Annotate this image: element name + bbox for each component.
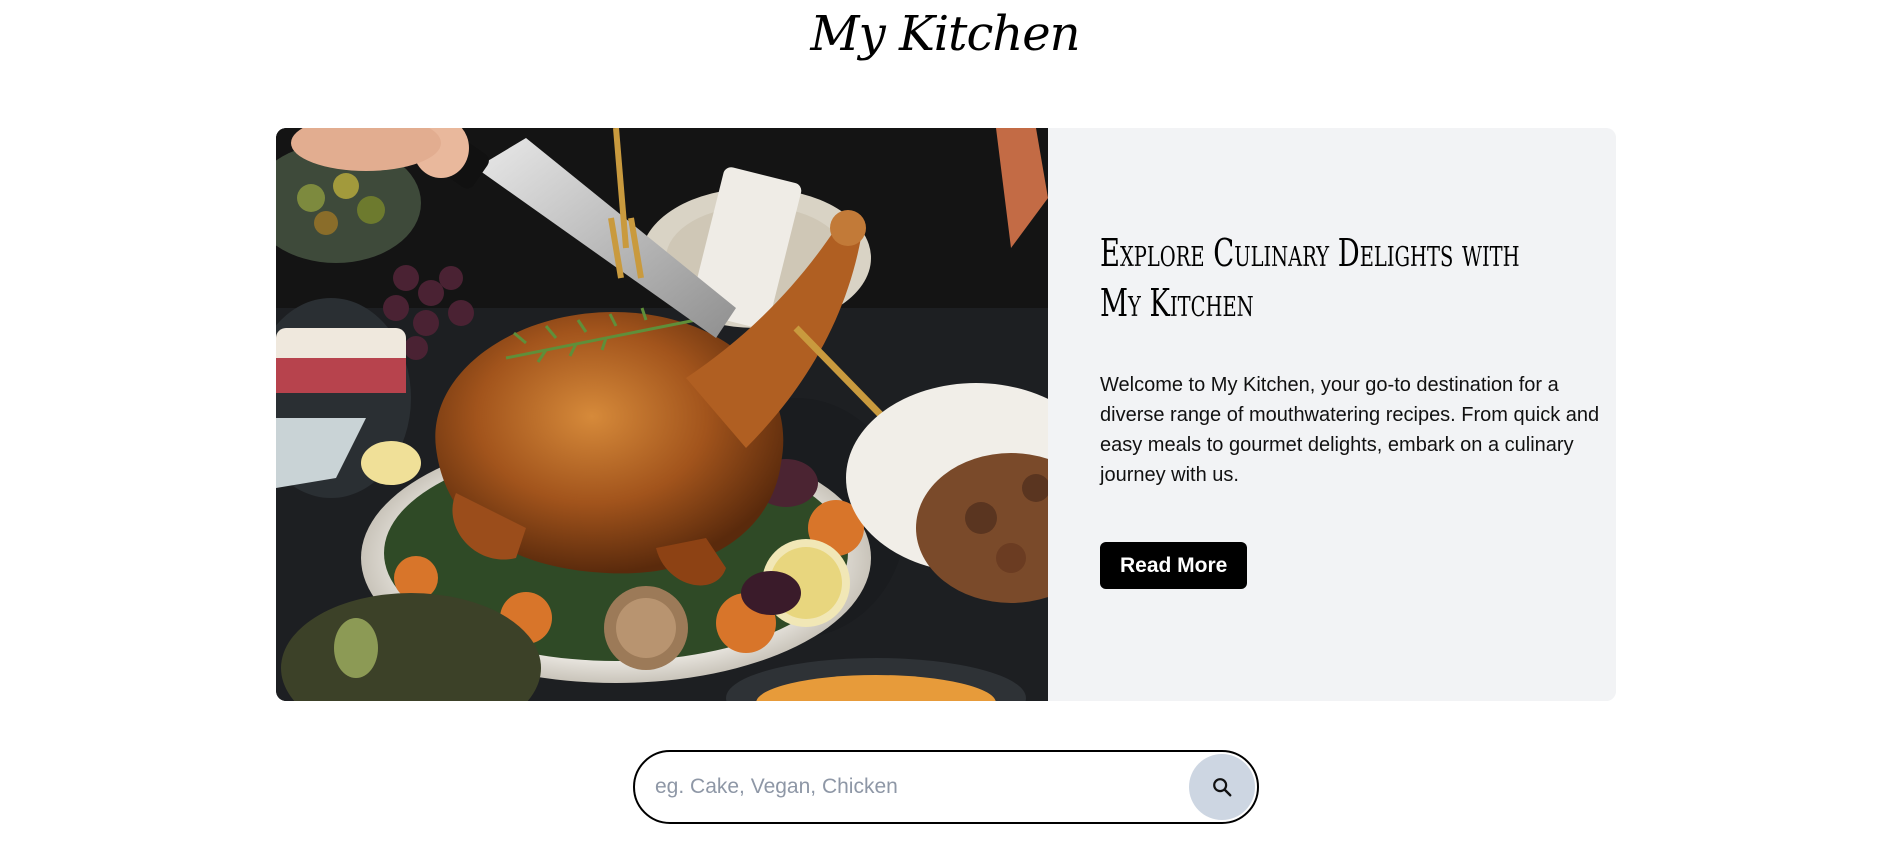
hero-title: Explore Culinary Delights with My Kitche… — [1100, 231, 1520, 325]
hero-card: Explore Culinary Delights with My Kitche… — [276, 128, 1616, 701]
search-button[interactable] — [1189, 754, 1255, 820]
site-logo[interactable]: My Kitchen — [0, 6, 1890, 62]
hero-description: Welcome to My Kitchen, your go-to destin… — [1100, 374, 1600, 486]
hero-content: Explore Culinary Delights with My Kitche… — [1048, 128, 1616, 701]
read-more-button[interactable]: Read More — [1100, 542, 1248, 589]
hero-image — [276, 128, 1048, 701]
search-input[interactable] — [655, 775, 1189, 799]
search-icon — [1213, 778, 1232, 797]
search-bar — [633, 750, 1259, 824]
